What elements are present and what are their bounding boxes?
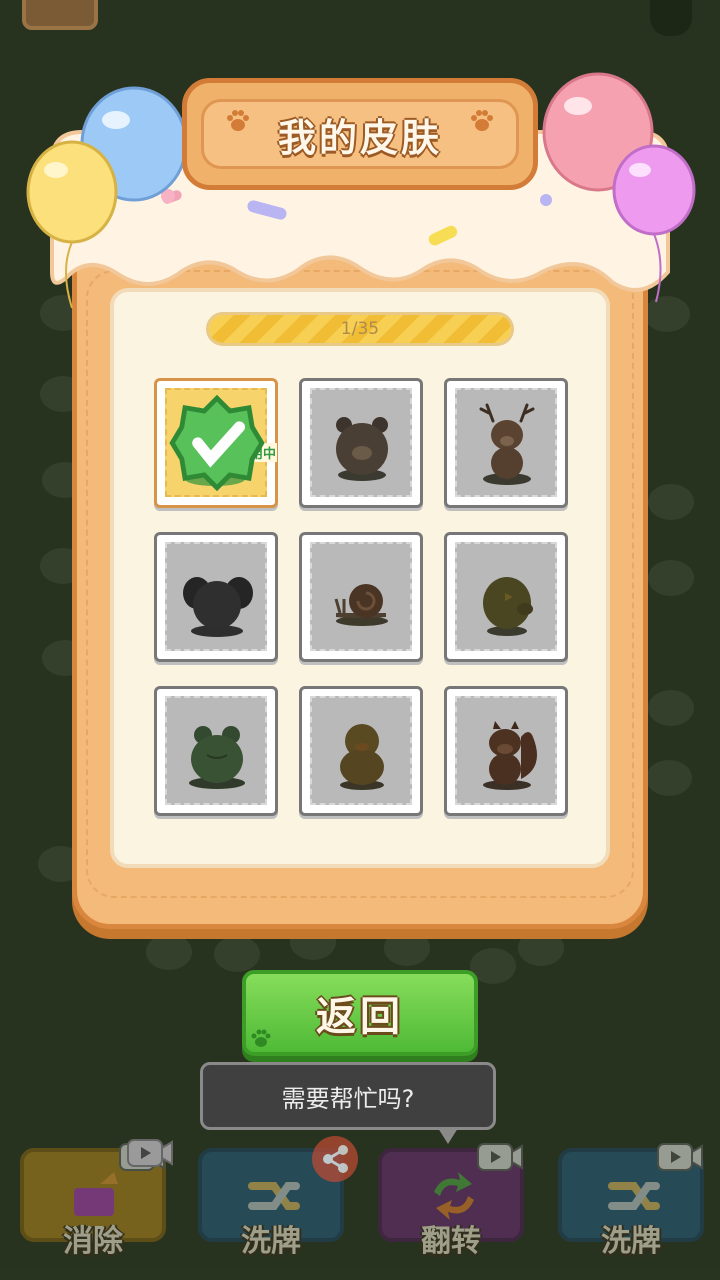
skin-card-elephant[interactable]: [154, 532, 278, 662]
paw-icon: [251, 1029, 271, 1047]
skin-card-shiba[interactable]: 使用中: [154, 378, 278, 508]
squirrel-icon: [483, 721, 537, 790]
remove-icon: [74, 1172, 118, 1216]
video-ad-icon: [657, 1143, 703, 1171]
tooltip-text: 需要帮忙吗?: [281, 1084, 415, 1113]
skin-card-chick[interactable]: [444, 532, 568, 662]
share-icon[interactable]: [312, 1136, 358, 1182]
tool-shuffle-button-2[interactable]: 洗牌: [558, 1143, 704, 1259]
skin-card-snail[interactable]: [299, 532, 423, 662]
tooltip-tail: [438, 1128, 458, 1144]
tool-label: 洗牌: [241, 1224, 301, 1259]
collection-progress-bar: 1/35: [206, 312, 514, 346]
video-ad-icon: [477, 1143, 523, 1171]
tool-flip-button[interactable]: 翻转: [378, 1143, 524, 1259]
skin-card-frog[interactable]: [154, 686, 278, 816]
bear-icon: [336, 417, 388, 481]
title-plaque: 我的皮肤: [182, 78, 538, 190]
chick-icon: [483, 577, 533, 636]
back-button-label: 返回: [316, 994, 404, 1040]
top-left-button[interactable]: [22, 0, 98, 30]
elephant-icon: [183, 577, 253, 637]
duck-icon: [340, 724, 384, 790]
skin-card-duck[interactable]: [299, 686, 423, 816]
paw-icon: [471, 110, 493, 131]
video-ad-icon: [127, 1139, 173, 1167]
frog-icon: [189, 726, 245, 789]
skin-card-squirrel[interactable]: [444, 686, 568, 816]
tool-label: 翻转: [421, 1224, 481, 1259]
progress-text: 1/35: [340, 319, 380, 339]
shuffle-icon: [248, 1182, 300, 1210]
balloon-yellow: [26, 140, 118, 309]
skin-grid: 使用中: [154, 378, 568, 816]
skin-card-bear[interactable]: [299, 378, 423, 508]
shuffle-icon: [608, 1182, 660, 1210]
deer-icon: [479, 403, 535, 485]
top-right-icon: [650, 0, 692, 36]
tool-label: 洗牌: [601, 1224, 661, 1259]
paw-icon: [227, 110, 249, 131]
back-button[interactable]: 返回: [242, 970, 478, 1056]
balloon-purple: [612, 144, 696, 303]
skin-card-deer[interactable]: [444, 378, 568, 508]
flip-icon: [434, 1172, 474, 1220]
page-title: 我的皮肤: [277, 115, 442, 160]
snail-icon: [334, 584, 388, 626]
tool-label: 消除: [63, 1224, 123, 1259]
check-badge-icon: [169, 395, 265, 491]
help-tooltip: 需要帮忙吗?: [200, 1062, 496, 1130]
